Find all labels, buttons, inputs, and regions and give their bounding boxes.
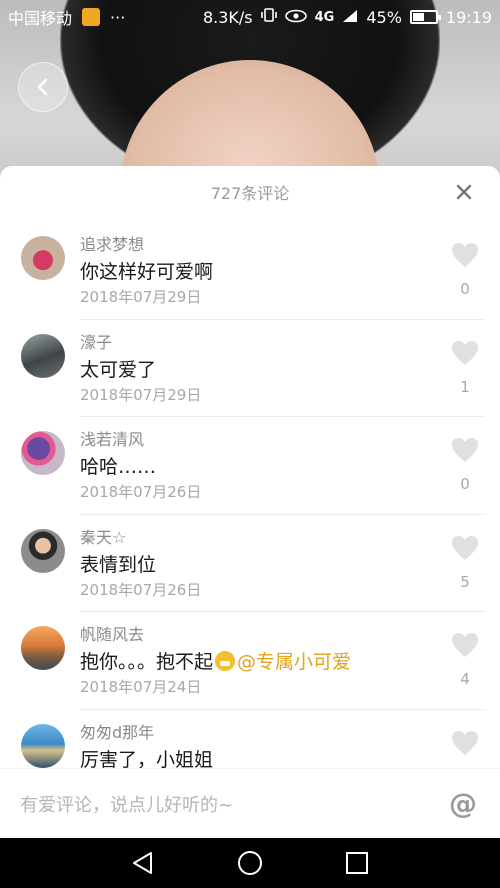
heart-icon (452, 438, 478, 462)
grin-emoji-icon (215, 651, 236, 671)
more-dots: ··· (110, 7, 126, 27)
nav-recent-icon (345, 852, 368, 874)
like-count: 0 (460, 475, 470, 493)
like-button[interactable]: 5 (450, 535, 480, 591)
comment-date: 2018年07月26日 (80, 580, 202, 599)
system-nav-bar (0, 838, 500, 888)
nav-back-button[interactable] (125, 845, 161, 881)
signal-icon (342, 8, 358, 27)
comment-date: 2018年07月29日 (80, 385, 202, 404)
close-icon (456, 184, 472, 200)
avatar[interactable] (21, 626, 65, 670)
heart-icon (452, 730, 478, 755)
vibrate-icon (260, 7, 277, 27)
back-icon (37, 78, 48, 96)
comment-username[interactable]: 帆随风去 (80, 624, 450, 646)
like-count: 4 (460, 670, 470, 688)
network-type: 4G (314, 9, 335, 25)
clock: 19:19 (445, 7, 492, 27)
close-button[interactable] (450, 178, 478, 206)
comment-item[interactable]: 匆匆d那年 厉害了，小姐姐 1 (0, 710, 500, 769)
mention-link[interactable]: @专属小可爱 (237, 651, 351, 673)
avatar[interactable] (21, 236, 65, 280)
like-button[interactable]: 1 (450, 730, 480, 768)
avatar[interactable] (21, 723, 65, 768)
heart-icon (452, 535, 478, 560)
comment-input-bar: 有爱评论，说点儿好听的~ @ (0, 768, 500, 838)
comment-username[interactable]: 濠子 (80, 332, 436, 354)
like-button[interactable]: 0 (450, 242, 480, 298)
comment-text: 太可爱了 (80, 358, 157, 381)
comment-count-title: 727条评论 (210, 184, 290, 203)
mention-button[interactable]: @ (446, 787, 480, 821)
battery-percent: 45% (366, 7, 402, 27)
comment-item[interactable]: 秦天☆ 表情到位 2018年07月26日 5 (0, 515, 500, 612)
comment-date: 2018年07月29日 (80, 288, 202, 306)
back-button[interactable] (18, 62, 68, 112)
nav-recent-button[interactable] (339, 845, 375, 881)
comment-text-body: 抱你。。。抱不起 (80, 651, 214, 673)
battery-fill (412, 13, 424, 21)
comment-text: 表情到位 (80, 553, 157, 576)
nav-home-button[interactable] (232, 845, 268, 881)
carrier-label: 中国移动 (8, 9, 73, 28)
comment-item[interactable]: 濠子 太可爱了 2018年07月29日 1 (0, 320, 500, 417)
comment-text: 你这样好可爱啊 (80, 261, 214, 283)
comment-username[interactable]: 追求梦想 (80, 234, 436, 256)
status-bar: 中国移动 ··· 8.3K/s 4G 45% 19:19 (0, 0, 500, 34)
avatar[interactable] (21, 528, 65, 573)
like-count: 5 (460, 572, 470, 591)
avatar[interactable] (21, 333, 65, 378)
comment-date: 2018年07月24日 (80, 678, 202, 696)
eye-icon (284, 8, 307, 27)
like-button[interactable]: 4 (450, 632, 480, 688)
like-count: 0 (460, 280, 470, 298)
comment-item[interactable]: 浅若清风 哈哈…… 2018年07月26日 0 (0, 417, 500, 515)
sheet-header: 727条评论 (0, 166, 500, 218)
comment-input[interactable]: 有爱评论，说点儿好听的~ (20, 791, 446, 817)
comment-date: 2018年07月26日 (80, 483, 202, 501)
comment-text: 抱你。。。抱不起 @专属小可爱 (80, 649, 450, 675)
comment-list[interactable]: 追求梦想 你这样好可爱啊 2018年07月29日 0 濠子 太可爱了 2018年… (0, 222, 500, 768)
comment-username[interactable]: 秦天☆ (80, 527, 436, 549)
like-count: 1 (460, 377, 470, 396)
nav-home-icon (237, 851, 262, 875)
comment-item[interactable]: 追求梦想 你这样好可爱啊 2018年07月29日 0 (0, 222, 500, 320)
heart-icon (452, 243, 478, 267)
heart-icon (452, 340, 478, 365)
comment-username[interactable]: 浅若清风 (80, 429, 436, 451)
like-button[interactable]: 0 (450, 437, 480, 493)
network-speed: 8.3K/s (202, 7, 253, 27)
comment-username[interactable]: 匆匆d那年 (80, 722, 436, 744)
comment-text: 哈哈…… (80, 456, 157, 478)
like-button[interactable]: 1 (450, 340, 480, 396)
app-notification-icon (82, 8, 101, 26)
battery-icon (409, 10, 441, 24)
comments-sheet: 727条评论 追求梦想 你这样好可爱啊 2018年07月29日 0 濠子 太可爱… (0, 166, 500, 838)
heart-icon (452, 633, 478, 657)
nav-back-icon (133, 852, 153, 874)
avatar[interactable] (21, 431, 65, 475)
comment-text: 厉害了，小姐姐 (80, 748, 214, 769)
comment-item[interactable]: 帆随风去 抱你。。。抱不起 @专属小可爱 2018年07月24日 4 (0, 612, 500, 710)
